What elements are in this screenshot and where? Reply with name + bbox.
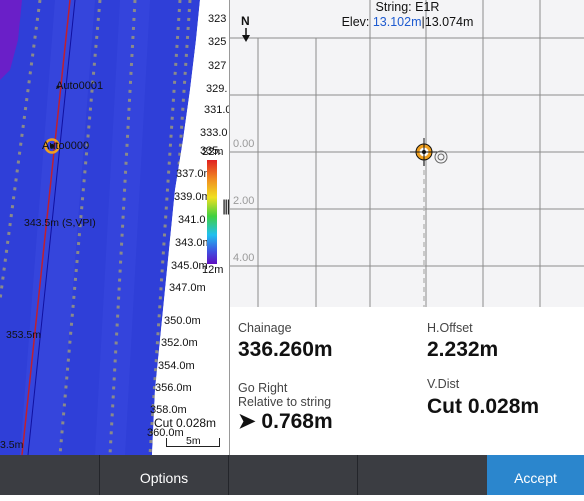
legend-top-label: 22m [202, 146, 224, 158]
chainage-label: 358.0m [150, 404, 187, 416]
blank-softkey-2[interactable] [229, 455, 357, 495]
chainage-label: 331.0 [204, 104, 229, 116]
accept-button[interactable]: Accept [487, 455, 584, 495]
offset-note: 343.5m (S,VPI) [24, 217, 96, 229]
north-label: N [241, 14, 250, 28]
elev-actual-value: 13.074m [424, 15, 474, 29]
direction-value: ➤ 0.768m [238, 410, 333, 433]
cut-label: Cut 0.028m [154, 416, 217, 430]
pane-resize-handle[interactable]: ||| [222, 198, 231, 216]
y-tick-label: 2.00 [233, 195, 255, 207]
chainage-label: 327 [208, 60, 227, 72]
blank-softkey-1[interactable] [0, 455, 99, 495]
bottom-toolbar: Options Accept [0, 455, 584, 495]
relative-label: Relative to string [238, 395, 332, 409]
plan-view-map[interactable]: Auto0001 Auto0000 343.5m (S,VPI) 353.5m … [0, 0, 229, 455]
chainage-label: 352.0m [161, 337, 198, 349]
chainage-label: 356.0m [155, 382, 192, 394]
cross-section-view[interactable]: String: E1R Elev: 13.102m|13.074m N 0.00… [229, 0, 584, 307]
hoffset-label: H.Offset [427, 321, 473, 335]
hoffset-value: 2.232m [427, 338, 499, 361]
scale-label: 5m [186, 435, 201, 447]
chainage-label: 347.0m [169, 282, 206, 294]
chainage-label: 354.0m [158, 360, 195, 372]
chainage-label: 325 [208, 36, 227, 48]
chainage-value: 336.260m [238, 338, 333, 361]
elevation-line: Elev: 13.102m|13.074m [342, 15, 474, 29]
chainage-label: 333.0 [200, 127, 228, 139]
cross-section-grid [230, 0, 584, 307]
options-button[interactable]: Options [100, 455, 228, 495]
y-tick-label: 4.00 [233, 252, 255, 264]
direction-label: Go Right [238, 381, 288, 395]
point-label-auto0001[interactable]: Auto0001 [56, 80, 103, 92]
stakeout-readouts: Chainage 336.260m H.Offset 2.232m Go Rig… [229, 307, 584, 455]
string-label: String: E1R [375, 0, 440, 14]
vdist-value: Cut 0.028m [427, 395, 540, 418]
elev-design-value: 13.102m [372, 15, 422, 29]
left-chainage-label: 353.5m [6, 329, 42, 341]
chainage-label: Chainage [238, 321, 292, 335]
elevation-legend [207, 160, 217, 264]
elev-prefix: Elev: [341, 15, 373, 29]
chainage-label: 341.0 [178, 214, 206, 226]
chainage-label: 339.0m [174, 191, 211, 203]
chainage-label: 323 [208, 13, 227, 25]
blank-softkey-3[interactable] [358, 455, 486, 495]
left-chainage-label: 3.5m [0, 439, 24, 451]
string-header: String: E1R Elev: 13.102m|13.074m [230, 0, 584, 30]
point-label-auto0000[interactable]: Auto0000 [42, 140, 89, 152]
vdist-label: V.Dist [427, 377, 460, 391]
chainage-label: 350.0m [164, 315, 201, 327]
chainage-label: 329. [206, 83, 228, 95]
legend-bottom-label: 12m [202, 264, 224, 276]
y-tick-label: 0.00 [233, 138, 255, 150]
